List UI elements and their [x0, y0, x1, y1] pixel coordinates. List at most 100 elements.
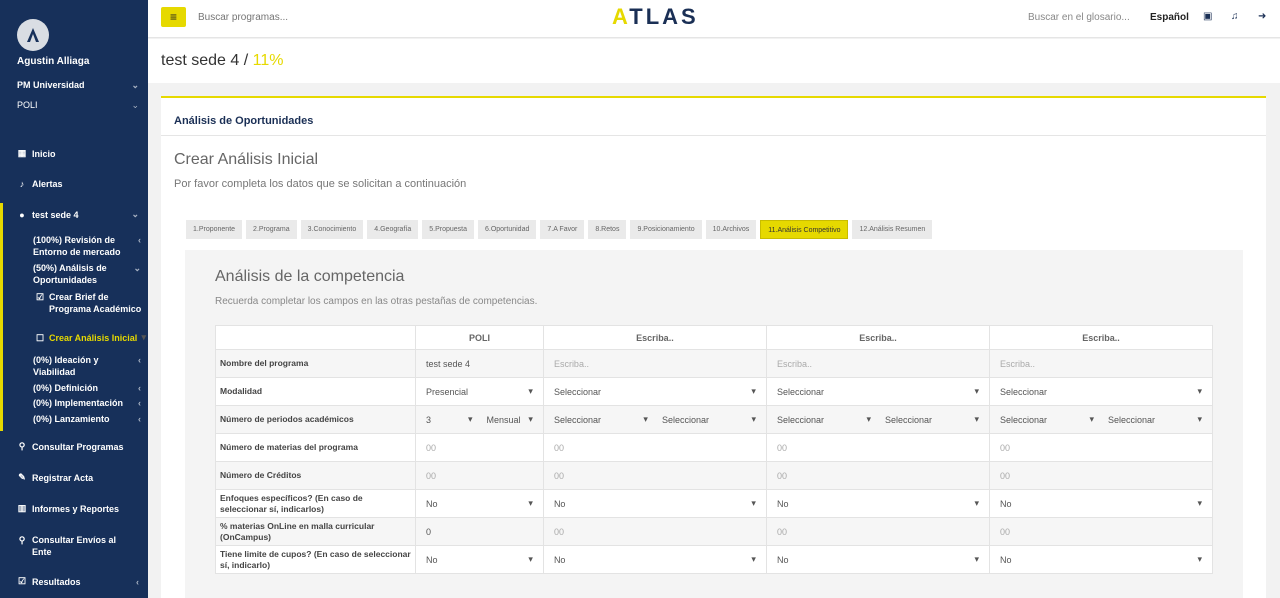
nav-sub-crear-analisis[interactable]: ☐ Crear Análisis Inicial: [36, 331, 146, 344]
competition-panel: Análisis de la competencia Recuerda comp…: [185, 250, 1243, 598]
tab-analisis-resumen[interactable]: 12.Análisis Resumen: [852, 220, 933, 239]
modalidad-select[interactable]: Presencial: [426, 386, 533, 397]
creditos-input[interactable]: 00: [765, 461, 990, 490]
nav-sub-label: (100%) Revisión de Entorno de mercado: [33, 235, 121, 257]
bell-icon[interactable]: ♫: [1231, 11, 1239, 22]
chevron-left-icon: ‹: [136, 576, 139, 587]
periodo-tipo-select[interactable]: Mensual: [486, 414, 533, 425]
materias-input[interactable]: 00: [765, 433, 990, 462]
modalidad-select[interactable]: Seleccionar: [1000, 386, 1202, 397]
logout-icon[interactable]: ➜: [1258, 11, 1266, 22]
checkbox-checked-icon: ☑: [36, 292, 45, 302]
nav-resultados[interactable]: ☑ Resultados ‹: [17, 576, 139, 587]
creditos-input[interactable]: 00: [988, 461, 1214, 490]
tab-posicionamiento[interactable]: 9.Posicionamiento: [630, 220, 702, 239]
competitor-name-input[interactable]: Escriba..: [765, 325, 990, 350]
tab-analisis-competitivo[interactable]: 11.Análisis Competitivo: [760, 220, 849, 239]
tab-retos[interactable]: 8.Retos: [588, 220, 627, 239]
campus-select[interactable]: POLI ⌄: [17, 100, 139, 111]
modalidad-select[interactable]: Seleccionar: [777, 386, 979, 397]
nav-sub-definicion[interactable]: (0%) Definición ‹: [33, 382, 141, 394]
nav-project-group: ● test sede 4 ⌄ (100%) Revisión de Entorno…: [0, 203, 148, 431]
materias-input[interactable]: 00: [542, 433, 767, 462]
cupos-select[interactable]: No: [777, 554, 979, 565]
nav-label: test sede 4: [32, 209, 79, 220]
creditos-input[interactable]: 00: [415, 461, 544, 490]
competitor-name-input[interactable]: Escriba..: [542, 325, 767, 350]
nav-registrar-acta[interactable]: ✎ Registrar Acta: [17, 472, 139, 483]
online-percent-input[interactable]: 0: [415, 517, 544, 546]
online-percent-input[interactable]: 00: [988, 517, 1214, 546]
nav-sub-label: (50%) Análisis de Oportunidades: [33, 263, 107, 285]
modalidad-select[interactable]: Seleccionar: [554, 386, 756, 397]
university-select[interactable]: PM Universidad ⌄: [17, 80, 139, 91]
nav-label: Consultar Envíos al Ente: [32, 535, 117, 557]
tab-archivos[interactable]: 10.Archivos: [705, 220, 757, 239]
nav-sub-brief[interactable]: ☑ Crear Brief de Programa Académico: [36, 291, 144, 315]
chevron-left-icon: ‹: [138, 398, 141, 408]
competition-table: POLI Escriba.. Escriba.. Escriba.. Nombr…: [215, 325, 1214, 574]
program-name-input[interactable]: test sede 4: [415, 349, 544, 378]
nav-sub-analisis[interactable]: (50%) Análisis de Oportunidades ⌄: [33, 262, 141, 286]
nav-sub-revision[interactable]: (100%) Revisión de Entorno de mercado ‹: [33, 234, 141, 258]
periodos-select[interactable]: Seleccionar: [777, 414, 871, 425]
periodos-select[interactable]: Seleccionar: [554, 414, 648, 425]
search-programs-input[interactable]: [198, 12, 398, 23]
book-icon[interactable]: ▣: [1203, 11, 1212, 22]
tab-proponente[interactable]: 1.Proponente: [186, 220, 243, 239]
nav-sub-implementacion[interactable]: (0%) Implementación ‹: [33, 397, 141, 409]
enfoques-select[interactable]: No: [426, 498, 533, 509]
online-percent-input[interactable]: 00: [542, 517, 767, 546]
tab-propuesta[interactable]: 5.Propuesta: [422, 220, 474, 239]
chevron-down-icon: ⌄: [131, 100, 139, 110]
cupos-select[interactable]: No: [1000, 554, 1202, 565]
card-header: Análisis de Oportunidades: [161, 98, 1266, 136]
online-percent-input[interactable]: 00: [765, 517, 990, 546]
periodos-select[interactable]: Seleccionar: [1000, 414, 1094, 425]
panel-lead: Recuerda completar los campos en las otr…: [215, 296, 538, 307]
tab-geografia[interactable]: 4.Geografía: [367, 220, 419, 239]
cell: Seleccionar: [765, 377, 990, 406]
page-title: test sede 4 / 11%: [161, 52, 283, 70]
cell: No: [542, 489, 767, 518]
enfoques-select[interactable]: No: [777, 498, 979, 509]
enfoques-select[interactable]: No: [554, 498, 756, 509]
materias-input[interactable]: 00: [415, 433, 544, 462]
nav-alertas[interactable]: ♪ Alertas: [17, 179, 139, 189]
menu-toggle-button[interactable]: ≡: [161, 7, 186, 27]
cell: No: [988, 545, 1214, 574]
periodos-select[interactable]: 3: [426, 414, 473, 425]
creditos-input[interactable]: 00: [542, 461, 767, 490]
glossary-search-input[interactable]: Buscar en el glosario...: [1028, 12, 1130, 23]
nav-consultar-programas[interactable]: ⚲ Consultar Programas: [17, 441, 139, 452]
nav-project[interactable]: ● test sede 4 ⌄: [17, 209, 139, 220]
tab-oportunidad[interactable]: 6.Oportunidad: [477, 220, 537, 239]
cell: Seleccionar Seleccionar: [988, 405, 1214, 434]
materias-input[interactable]: 00: [988, 433, 1214, 462]
tab-conocimiento[interactable]: 3.Conocimiento: [300, 220, 364, 239]
nav-sub-lanzamiento[interactable]: (0%) Lanzamiento ‹: [33, 413, 141, 425]
periodo-tipo-select[interactable]: Seleccionar: [662, 414, 756, 425]
program-name-input[interactable]: Escriba..: [988, 349, 1214, 378]
nav-sub-ideacion[interactable]: (0%) Ideación y Viabilidad ‹: [33, 354, 141, 378]
nav-informes[interactable]: ▥ Informes y Reportes: [17, 503, 139, 514]
competitor-name-input[interactable]: Escriba..: [988, 325, 1214, 350]
cupos-select[interactable]: No: [426, 554, 533, 565]
program-name-input[interactable]: Escriba..: [542, 349, 767, 378]
language-select[interactable]: Español: [1150, 12, 1189, 23]
form-title: Crear Análisis Inicial: [174, 151, 319, 168]
periodo-tipo-select[interactable]: Seleccionar: [885, 414, 979, 425]
enfoques-select[interactable]: No: [1000, 498, 1202, 509]
user-avatar[interactable]: [17, 19, 49, 51]
table-row: Tiene limite de cupos? (En caso de selec…: [215, 545, 1214, 574]
program-name-input[interactable]: Escriba..: [765, 349, 990, 378]
tab-a-favor[interactable]: 7.A Favor: [540, 220, 585, 239]
bar-chart-icon: ▥: [17, 503, 27, 513]
nav-inicio[interactable]: ▦ Inicio: [17, 148, 139, 159]
chevron-left-icon: ‹: [138, 235, 141, 245]
nav-consultar-envios[interactable]: ⚲ Consultar Envíos al Ente: [17, 534, 139, 558]
periodo-tipo-select[interactable]: Seleccionar: [1108, 414, 1202, 425]
grid-icon: ▦: [17, 148, 27, 158]
tab-programa[interactable]: 2.Programa: [246, 220, 297, 239]
cupos-select[interactable]: No: [554, 554, 756, 565]
